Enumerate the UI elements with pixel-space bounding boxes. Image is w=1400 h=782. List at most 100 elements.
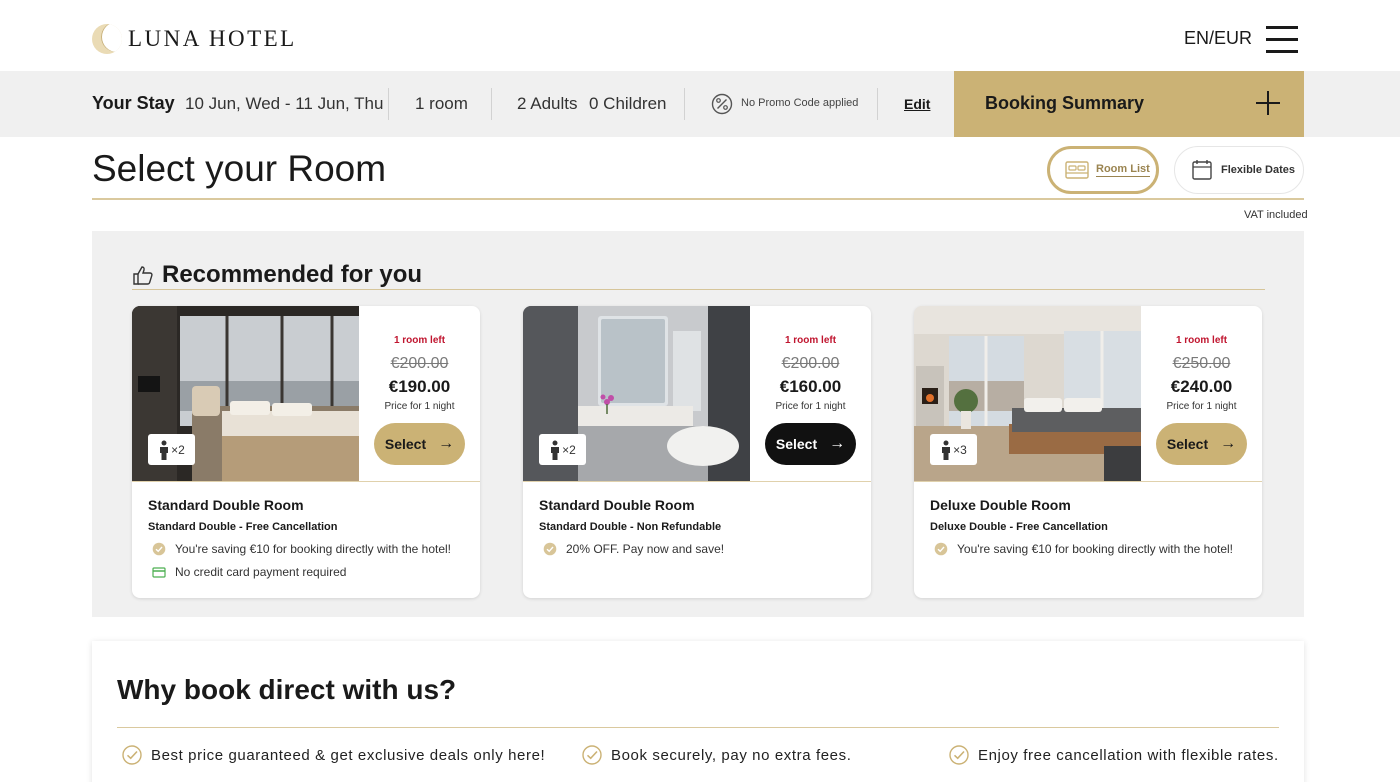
original-price: €200.00 — [390, 355, 449, 372]
booking-summary-label: Booking Summary — [985, 93, 1145, 113]
feature-text: You're saving €10 for booking directly w… — [957, 542, 1234, 556]
times-icon: × — [562, 442, 570, 457]
select-room-button[interactable]: Select → — [765, 423, 856, 465]
person-icon — [551, 440, 560, 460]
guest-count: 2 — [569, 442, 576, 457]
occupancy-badge: × 3 — [930, 434, 977, 465]
feature-item: 20% OFF. Pay now and save! — [543, 542, 724, 556]
stay-dates[interactable]: 10 Jun, Wed - 11 Jun, Thu — [185, 94, 383, 114]
room-card: × 2 1 room left €200.00 €190.00 Price fo… — [132, 306, 480, 598]
rate-name: Standard Double - Non Refundable — [539, 521, 722, 533]
section-divider — [132, 289, 1265, 290]
promo-code-status[interactable]: No Promo Code applied — [741, 97, 858, 109]
rooms-left: 1 room left — [1175, 335, 1228, 346]
check-circle-icon — [582, 745, 602, 765]
rate-name: Deluxe Double - Free Cancellation — [930, 521, 1108, 533]
divider — [388, 88, 389, 120]
card-divider — [523, 481, 871, 482]
arrow-right-icon: → — [829, 435, 846, 452]
rate-name: Standard Double - Free Cancellation — [148, 521, 338, 533]
divider — [877, 88, 878, 120]
price-panel: 1 room left €250.00 €240.00 Price for 1 … — [1141, 306, 1262, 481]
benefit-text: Book securely, pay no extra fees. — [611, 746, 852, 764]
credit-card-icon — [152, 567, 166, 578]
edit-stay-link[interactable]: Edit — [904, 96, 930, 112]
hamburger-menu-icon[interactable] — [1266, 26, 1300, 53]
benefit-item: Best price guaranteed & get exclusive de… — [122, 745, 545, 765]
page-title: Select your Room — [92, 148, 387, 189]
benefit-text: Best price guaranteed & get exclusive de… — [151, 746, 546, 764]
select-room-button[interactable]: Select → — [1156, 423, 1247, 465]
language-currency-selector[interactable]: EN/EUR — [1184, 28, 1252, 49]
title-divider — [92, 198, 1304, 200]
logo-text: LUNA HOTEL — [128, 26, 297, 51]
divider — [491, 88, 492, 120]
feature-text: You're saving €10 for booking directly w… — [175, 542, 452, 556]
stay-adults[interactable]: 2 Adults — [517, 94, 578, 114]
feature-item: No credit card payment required — [152, 565, 346, 579]
booking-summary-toggle[interactable]: Booking Summary — [954, 71, 1304, 137]
vat-note: VAT included — [1244, 209, 1308, 221]
price-panel: 1 room left €200.00 €160.00 Price for 1 … — [750, 306, 871, 481]
site-header: LUNA HOTEL EN/EUR — [0, 0, 1400, 71]
select-label: Select — [775, 436, 818, 452]
stay-rooms[interactable]: 1 room — [415, 94, 468, 114]
room-card: × 3 1 room left €250.00 €240.00 Price fo… — [914, 306, 1262, 598]
room-list-label: Room List — [1096, 163, 1150, 177]
guest-count: 2 — [178, 442, 185, 457]
times-icon: × — [171, 442, 179, 457]
benefit-item: Enjoy free cancellation with flexible ra… — [949, 745, 1279, 765]
room-name[interactable]: Deluxe Double Room — [930, 497, 1071, 513]
hotel-logo[interactable]: LUNA HOTEL — [92, 24, 297, 54]
occupancy-badge: × 2 — [148, 434, 195, 465]
bed-icon — [1065, 161, 1089, 179]
guest-count: 3 — [960, 442, 967, 457]
calendar-icon — [1192, 160, 1212, 180]
original-price: €250.00 — [1172, 355, 1231, 372]
check-circle-icon — [122, 745, 142, 765]
booking-page: LUNA HOTEL EN/EUR Your Stay 10 Jun, Wed … — [0, 0, 1400, 782]
why-book-title: Why book direct with us? — [117, 674, 457, 705]
price-per-night: Price for 1 night — [775, 401, 846, 412]
flexible-dates-label: Flexible Dates — [1221, 164, 1295, 176]
feature-item: You're saving €10 for booking directly w… — [934, 542, 1233, 556]
check-circle-icon — [949, 745, 969, 765]
flexible-dates-view-button[interactable]: Flexible Dates — [1174, 146, 1304, 194]
plus-icon — [1256, 91, 1280, 115]
arrow-right-icon: → — [438, 435, 455, 452]
times-icon: × — [953, 442, 961, 457]
benefit-item: Book securely, pay no extra fees. — [582, 745, 851, 765]
room-name[interactable]: Standard Double Room — [539, 497, 695, 513]
your-stay-label: Your Stay — [92, 93, 175, 113]
rooms-left: 1 room left — [393, 335, 446, 346]
recommended-title: Recommended for you — [162, 261, 423, 288]
badge-check-icon — [543, 542, 557, 556]
feature-item: You're saving €10 for booking directly w… — [152, 542, 451, 556]
moon-logo-icon — [92, 24, 122, 54]
divider — [684, 88, 685, 120]
badge-check-icon — [152, 542, 166, 556]
promo-percent-icon — [711, 93, 733, 115]
select-label: Select — [384, 436, 427, 452]
card-divider — [914, 481, 1262, 482]
room-list-view-button[interactable]: Room List — [1047, 146, 1159, 194]
rooms-left: 1 room left — [784, 335, 837, 346]
room-photo[interactable]: × 2 — [132, 306, 359, 481]
occupancy-badge: × 2 — [539, 434, 586, 465]
original-price: €200.00 — [781, 355, 840, 372]
room-name[interactable]: Standard Double Room — [148, 497, 304, 513]
feature-text: 20% OFF. Pay now and save! — [566, 542, 725, 556]
discounted-price: €190.00 — [388, 377, 451, 396]
select-room-button[interactable]: Select → — [374, 423, 465, 465]
price-per-night: Price for 1 night — [1166, 401, 1237, 412]
room-photo[interactable]: × 3 — [914, 306, 1141, 481]
recommended-section: Recommended for you × 2 1 room left €200… — [92, 231, 1304, 617]
badge-check-icon — [934, 542, 948, 556]
feature-text: No credit card payment required — [175, 565, 347, 579]
select-label: Select — [1166, 436, 1209, 452]
price-per-night: Price for 1 night — [384, 401, 455, 412]
room-photo[interactable]: × 2 — [523, 306, 750, 481]
stay-children[interactable]: 0 Children — [589, 94, 667, 114]
why-book-direct-section: Why book direct with us? Best price guar… — [92, 641, 1304, 782]
discounted-price: €240.00 — [1170, 377, 1233, 396]
